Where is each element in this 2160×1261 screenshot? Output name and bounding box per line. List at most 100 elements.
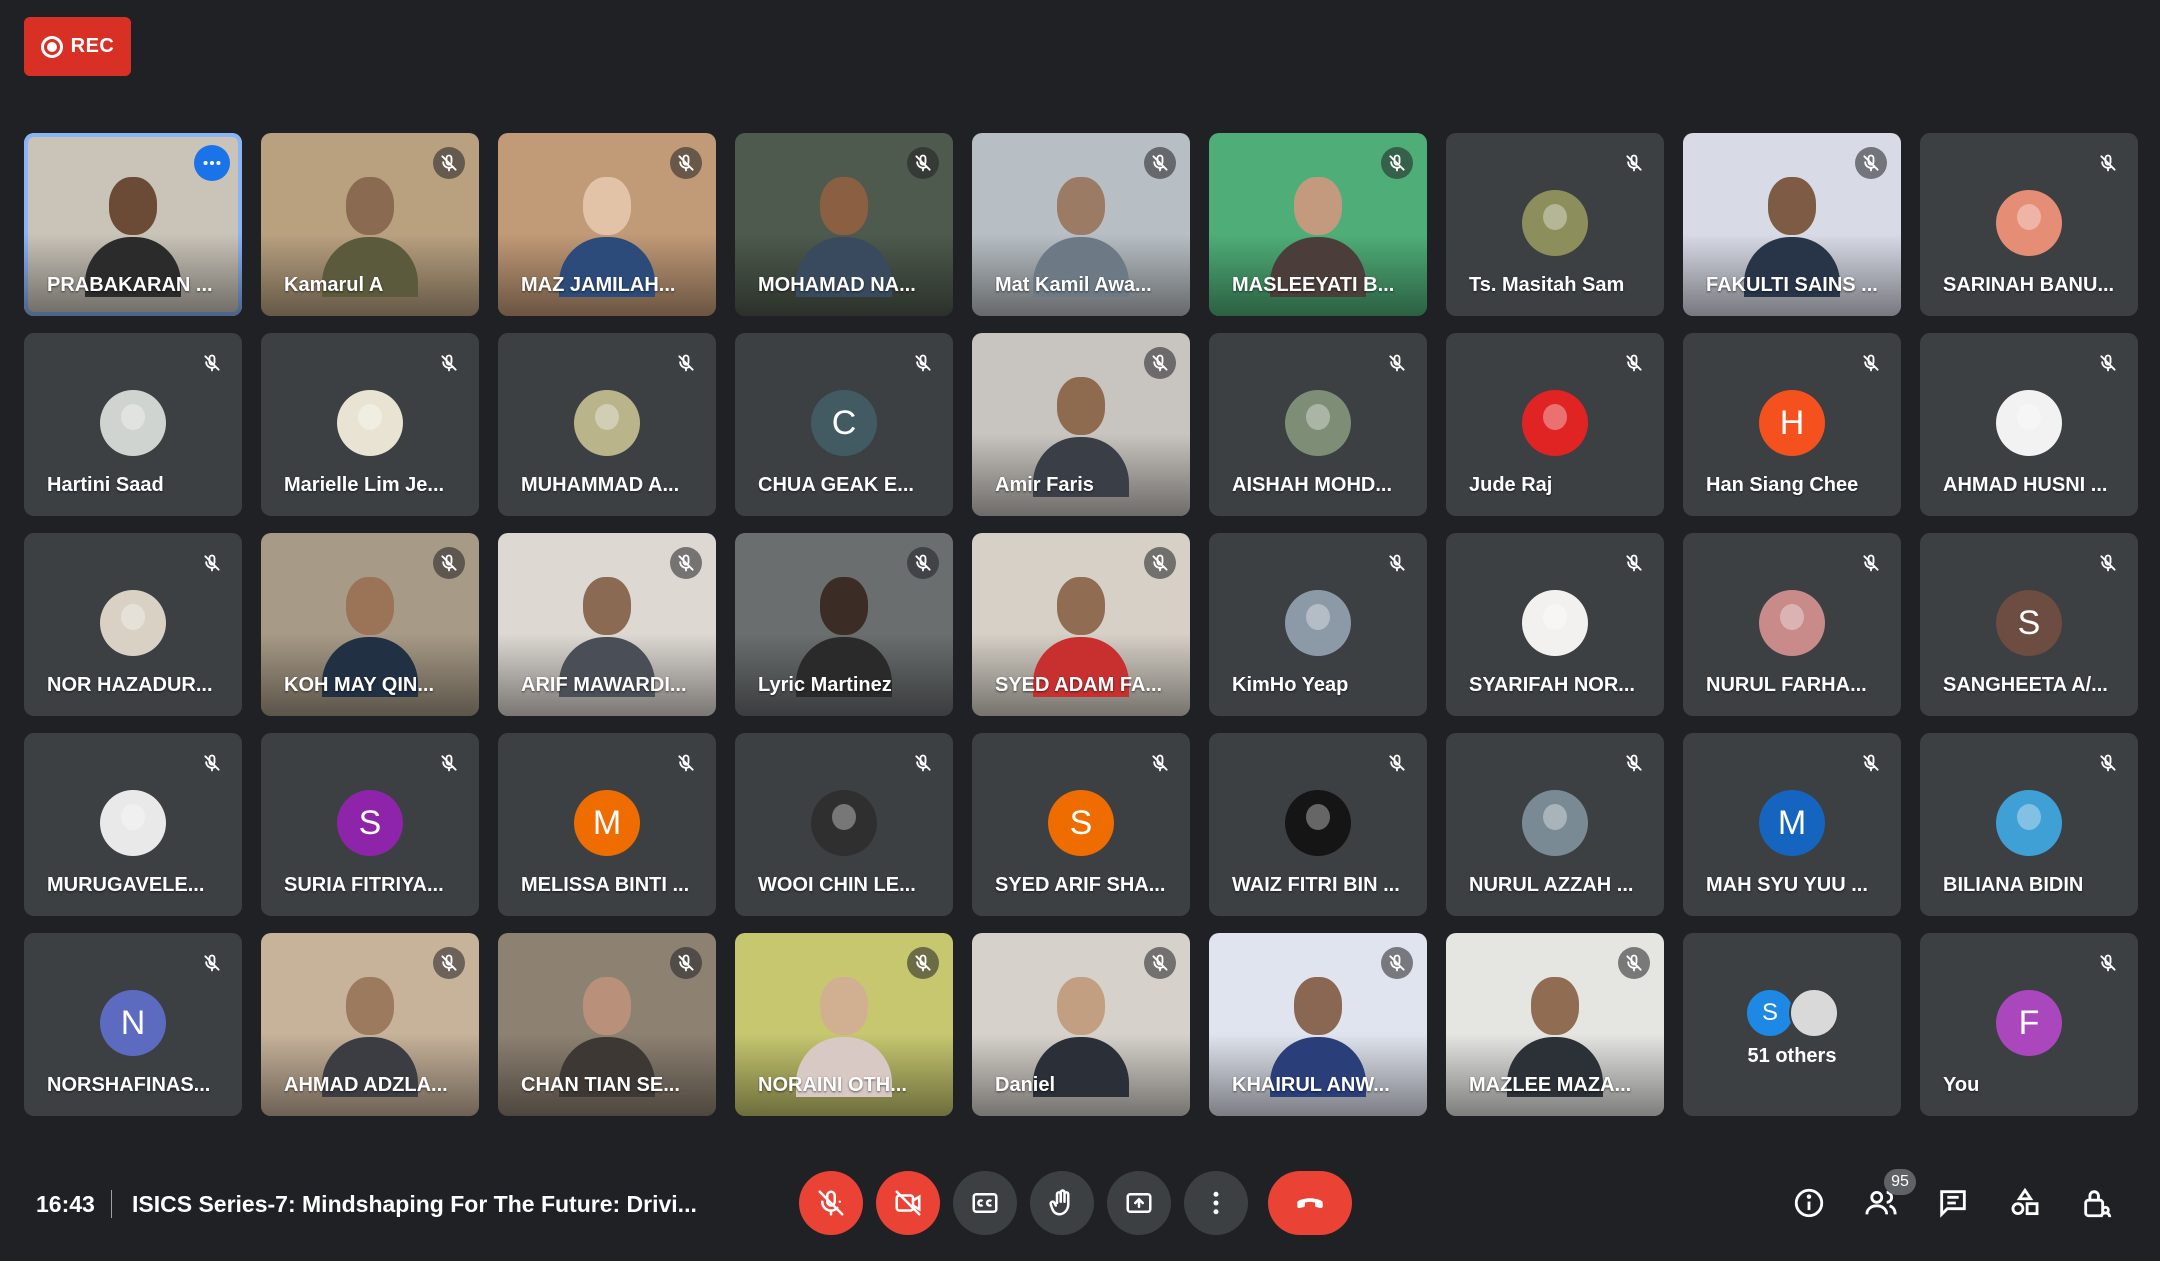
participant-tile[interactable]: S SYED ARIF SHA... bbox=[972, 733, 1190, 916]
muted-indicator bbox=[196, 747, 228, 779]
participant-avatar: M bbox=[574, 790, 640, 856]
tile-options-button[interactable] bbox=[194, 145, 230, 181]
participant-tile[interactable]: NOR HAZADUR... bbox=[24, 533, 242, 716]
muted-indicator bbox=[670, 947, 702, 979]
meeting-details-button[interactable] bbox=[1785, 1179, 1833, 1227]
participant-tile[interactable]: MOHAMAD NA... bbox=[735, 133, 953, 316]
activities-button[interactable] bbox=[2001, 1179, 2049, 1227]
muted-indicator bbox=[1381, 947, 1413, 979]
participant-tile[interactable]: WAIZ FITRI BIN ... bbox=[1209, 733, 1427, 916]
participant-tile[interactable]: S SURIA FITRIYA... bbox=[261, 733, 479, 916]
muted-indicator bbox=[2092, 947, 2124, 979]
participant-tile[interactable]: S SANGHEETA A/... bbox=[1920, 533, 2138, 716]
mic-off-icon bbox=[1389, 954, 1405, 972]
participant-tile[interactable]: Mat Kamil Awa... bbox=[972, 133, 1190, 316]
participant-name: NORSHAFINAS... bbox=[47, 1074, 211, 1096]
participant-tile[interactable]: N NORSHAFINAS... bbox=[24, 933, 242, 1116]
participant-tile[interactable]: NORAINI OTH... bbox=[735, 933, 953, 1116]
participant-tile[interactable]: MUHAMMAD A... bbox=[498, 333, 716, 516]
participant-tile[interactable]: MAZLEE MAZA... bbox=[1446, 933, 1664, 1116]
meeting-title[interactable]: ISICS Series-7: Mindshaping For The Futu… bbox=[132, 1191, 697, 1218]
participant-tile[interactable]: Ts. Masitah Sam bbox=[1446, 133, 1664, 316]
participant-tile[interactable]: AHMAD HUSNI ... bbox=[1920, 333, 2138, 516]
host-controls-button[interactable] bbox=[2073, 1179, 2121, 1227]
participant-video bbox=[1033, 967, 1129, 1097]
participant-name: Daniel bbox=[995, 1074, 1056, 1096]
others-avatars: S bbox=[1683, 988, 1901, 1038]
participant-avatar: N bbox=[100, 990, 166, 1056]
participant-tile[interactable]: AISHAH MOHD... bbox=[1209, 333, 1427, 516]
participant-tile[interactable]: MASLEEYATI B... bbox=[1209, 133, 1427, 316]
participant-tile[interactable]: CHAN TIAN SE... bbox=[498, 933, 716, 1116]
participant-tile[interactable]: AHMAD ADZLA... bbox=[261, 933, 479, 1116]
muted-indicator bbox=[1618, 747, 1650, 779]
mic-off-icon bbox=[1626, 154, 1642, 172]
record-icon bbox=[40, 35, 63, 58]
participant-tile[interactable]: Kamarul A bbox=[261, 133, 479, 316]
mic-off-icon bbox=[2100, 954, 2116, 972]
participant-video bbox=[1033, 367, 1129, 497]
participant-avatar bbox=[574, 390, 640, 456]
camera-button[interactable] bbox=[876, 1171, 940, 1235]
leave-call-button[interactable] bbox=[1268, 1171, 1352, 1235]
muted-indicator bbox=[2092, 547, 2124, 579]
participant-avatar bbox=[1522, 590, 1588, 656]
present-button[interactable] bbox=[1107, 1171, 1171, 1235]
participant-name: You bbox=[1943, 1074, 1980, 1096]
participant-tile[interactable]: F You bbox=[1920, 933, 2138, 1116]
more-options-button[interactable] bbox=[1184, 1171, 1248, 1235]
participant-video bbox=[559, 967, 655, 1097]
participant-tile[interactable]: KimHo Yeap bbox=[1209, 533, 1427, 716]
participant-video bbox=[1033, 167, 1129, 297]
divider bbox=[111, 1190, 112, 1218]
muted-indicator bbox=[433, 747, 465, 779]
participant-avatar: M bbox=[1759, 790, 1825, 856]
participant-tile[interactable]: WOOI CHIN LE... bbox=[735, 733, 953, 916]
participant-tile[interactable]: Amir Faris bbox=[972, 333, 1190, 516]
chat-button[interactable] bbox=[1929, 1179, 1977, 1227]
captions-button[interactable] bbox=[953, 1171, 1017, 1235]
participant-name: SYED ADAM FA... bbox=[995, 674, 1163, 696]
participant-name: MAZ JAMILAH... bbox=[521, 274, 676, 296]
participant-tile[interactable]: S 51 others bbox=[1683, 933, 1901, 1116]
participant-tile[interactable]: NURUL AZZAH ... bbox=[1446, 733, 1664, 916]
participant-tile[interactable]: MAZ JAMILAH... bbox=[498, 133, 716, 316]
participant-name: SANGHEETA A/... bbox=[1943, 674, 2108, 696]
participant-tile[interactable]: NURUL FARHA... bbox=[1683, 533, 1901, 716]
participant-tile[interactable]: BILIANA BIDIN bbox=[1920, 733, 2138, 916]
participant-tile[interactable]: PRABAKARAN ... bbox=[24, 133, 242, 316]
participant-tile[interactable]: Jude Raj bbox=[1446, 333, 1664, 516]
participant-video bbox=[1033, 567, 1129, 697]
participant-tile[interactable]: MURUGAVELE... bbox=[24, 733, 242, 916]
mic-off-icon bbox=[678, 754, 694, 772]
raise-hand-button[interactable] bbox=[1030, 1171, 1094, 1235]
participant-tile[interactable]: KHAIRUL ANW... bbox=[1209, 933, 1427, 1116]
participant-video bbox=[1744, 167, 1840, 297]
participant-name: CHAN TIAN SE... bbox=[521, 1074, 680, 1096]
participant-video bbox=[1270, 967, 1366, 1097]
muted-indicator bbox=[907, 947, 939, 979]
participant-tile[interactable]: M MAH SYU YUU ... bbox=[1683, 733, 1901, 916]
participant-tile[interactable]: C CHUA GEAK E... bbox=[735, 333, 953, 516]
participant-tile[interactable]: M MELISSA BINTI ... bbox=[498, 733, 716, 916]
participant-tile[interactable]: Lyric Martinez bbox=[735, 533, 953, 716]
participant-avatar bbox=[100, 790, 166, 856]
muted-indicator bbox=[670, 747, 702, 779]
participant-tile[interactable]: KOH MAY QIN... bbox=[261, 533, 479, 716]
participant-tile[interactable]: SARINAH BANU... bbox=[1920, 133, 2138, 316]
microphone-button[interactable] bbox=[799, 1171, 863, 1235]
participant-tile[interactable]: SYED ADAM FA... bbox=[972, 533, 1190, 716]
participant-tile[interactable]: FAKULTI SAINS ... bbox=[1683, 133, 1901, 316]
participant-tile[interactable]: ARIF MAWARDI... bbox=[498, 533, 716, 716]
participant-tile[interactable]: Daniel bbox=[972, 933, 1190, 1116]
muted-indicator bbox=[433, 147, 465, 179]
participant-tile[interactable]: Hartini Saad bbox=[24, 333, 242, 516]
participant-tile[interactable]: Marielle Lim Je... bbox=[261, 333, 479, 516]
participant-name: AHMAD HUSNI ... bbox=[1943, 474, 2108, 496]
participant-tile[interactable]: SYARIFAH NOR... bbox=[1446, 533, 1664, 716]
participant-name: NORAINI OTH... bbox=[758, 1074, 907, 1096]
participant-tile[interactable]: H Han Siang Chee bbox=[1683, 333, 1901, 516]
bottom-bar: 16:43 ISICS Series-7: Mindshaping For Th… bbox=[0, 1141, 2160, 1261]
participant-avatar bbox=[1285, 390, 1351, 456]
participant-name: Hartini Saad bbox=[47, 474, 164, 496]
